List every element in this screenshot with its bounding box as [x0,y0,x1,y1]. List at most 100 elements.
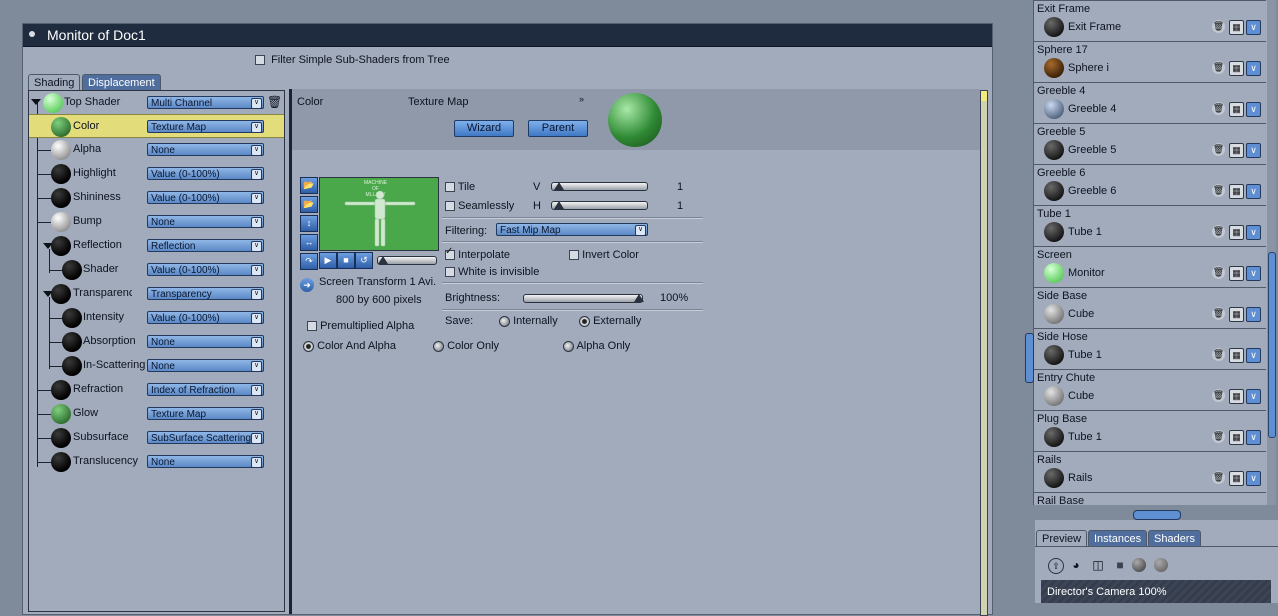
object-entry[interactable]: Side Hose Tube 1 🗑 ▦ ∨ [1034,328,1266,369]
tree-row-subsurface[interactable]: Subsurface S SubSurface Scattering∨ [29,426,284,450]
edit-shader-icon[interactable]: ▦ [1229,61,1244,76]
window-menu-icon[interactable] [29,31,35,37]
trash-icon[interactable]: 🗑 [1212,348,1225,361]
dropdown[interactable]: Texture Map ∨ [147,407,264,420]
tile-checkbox[interactable] [445,182,455,193]
sphere-shaded-icon[interactable] [1154,558,1168,572]
filtering-dropdown[interactable]: Fast Mip Map ∨ [496,223,648,236]
frame-slider[interactable] [377,256,437,265]
tab-preview[interactable]: Preview [1036,530,1088,547]
dropdown[interactable]: None ∨ [147,335,264,348]
tree-row-top-shader[interactable]: Top Shader Multi Channel ∨ 🗑 [29,91,284,115]
trash-icon[interactable]: 🗑 [1212,266,1225,279]
window-title-bar[interactable]: Monitor of Doc1 [23,24,992,47]
edit-shader-icon[interactable]: ▦ [1229,348,1244,363]
tree-row-highlight[interactable]: Highlight Value (0-100%) ∨ [29,162,284,186]
edit-shader-icon[interactable]: ▦ [1229,102,1244,117]
object-list-scrollbar[interactable] [1267,0,1276,505]
trash-icon[interactable]: 🗑 [1212,143,1225,156]
chevron-down-icon[interactable]: ∨ [1246,61,1261,76]
dropdown[interactable]: SubSurface Scattering ∨ [147,431,264,444]
object-entry[interactable]: Greeble 4 Greeble 4 🗑 ▦ ∨ [1034,82,1266,123]
object-entry[interactable]: Rails Rails 🗑 ▦ ∨ [1034,451,1266,492]
flip-horizontal-icon[interactable]: ↔ [300,234,318,251]
stop-icon[interactable]: ■ [337,252,355,269]
chevron-down-icon[interactable]: » [579,94,584,104]
dropdown[interactable]: Multi Channel ∨ [147,96,264,109]
dropdown[interactable]: Value (0-100%) ∨ [147,167,264,180]
tile-option[interactable]: Tile [445,181,475,193]
panel-collapse-handle[interactable] [1025,333,1034,383]
dropdown[interactable]: None ∨ [147,143,264,156]
color-only-option[interactable]: Color Only [433,340,499,352]
premultiplied-option[interactable]: Premultiplied Alpha [307,320,414,332]
premultiplied-checkbox[interactable] [307,321,317,332]
seamlessly-checkbox[interactable] [445,201,455,212]
tree-row-in-scattering[interactable]: In-Scattering None ∨ [29,354,284,378]
v-tile-slider[interactable] [551,182,648,191]
edit-shader-icon[interactable]: ▦ [1229,430,1244,445]
dropdown[interactable]: Value (0-100%) ∨ [147,191,264,204]
alpha-only-option[interactable]: Alpha Only [563,340,630,352]
color-only-radio[interactable] [433,340,444,352]
light-icon[interactable]: ⇧ [1048,558,1064,574]
edit-shader-icon[interactable]: ▦ [1229,184,1244,199]
dropdown[interactable]: None ∨ [147,215,264,228]
panel-resize-handle[interactable] [1133,510,1181,520]
object-entry[interactable]: Sphere 17 Sphere i 🗑 ▦ ∨ [1034,41,1266,82]
chevron-down-icon[interactable]: ∨ [1246,307,1261,322]
filter-checkbox[interactable] [255,55,265,66]
interpolate-checkbox[interactable] [445,246,455,261]
tree-row-reflection-shader[interactable]: Shader Value (0-100%) ∨ [29,258,284,282]
rotate-view-icon[interactable]: ◕ [1069,558,1083,572]
edit-shader-icon[interactable]: ▦ [1229,307,1244,322]
wizard-button[interactable]: Wizard [454,120,514,137]
tree-row-reflection[interactable]: Reflection Reflection ∨ [29,234,284,258]
dropdown[interactable]: Reflection ∨ [147,239,264,252]
tab-shaders[interactable]: Shaders [1148,530,1201,547]
trash-icon[interactable]: 🗑 [1212,184,1225,197]
trash-icon[interactable]: 🗑 [1212,471,1225,484]
editor-scrollbar[interactable] [980,90,988,616]
cube-solid-icon[interactable]: ■ [1113,558,1127,572]
dropdown[interactable]: Value (0-100%) ∨ [147,311,264,324]
dropdown[interactable]: None ∨ [147,359,264,372]
tree-row-shininess[interactable]: Shininess Value (0-100%) ∨ [29,186,284,210]
object-entry[interactable]: Side Base Cube 🗑 ▦ ∨ [1034,287,1266,328]
trash-icon[interactable]: 🗑 [1212,225,1225,238]
tree-row-intensity[interactable]: Intensity Value (0-100%) ∨ [29,306,284,330]
object-entry[interactable]: Exit Frame Exit Frame 🗑 ▦ ∨ [1034,0,1266,41]
open-movie-icon[interactable]: 📂 [300,196,318,213]
chevron-down-icon[interactable]: ∨ [1246,266,1261,281]
save-internally-option[interactable]: Internally [499,315,558,327]
seamlessly-option[interactable]: Seamlessly [445,200,514,212]
tree-row-transparency[interactable]: Transparency Transparency∨ [29,282,284,306]
tab-instances[interactable]: Instances [1088,530,1148,547]
internally-radio[interactable] [499,315,510,327]
filter-option[interactable]: Filter Simple Sub-Shaders from Tree [255,54,450,66]
arrow-right-icon[interactable]: ➜ [300,278,314,292]
tree-row-refraction[interactable]: Refraction Index of Refraction ∨ [29,378,284,402]
object-entry[interactable]: Plug Base Tube 1 🗑 ▦ ∨ [1034,410,1266,451]
edit-shader-icon[interactable]: ▦ [1229,266,1244,281]
edit-shader-icon[interactable]: ▦ [1229,389,1244,404]
object-entry[interactable]: Tube 1 Tube 1 🗑 ▦ ∨ [1034,205,1266,246]
trash-icon[interactable]: 🗑 [1212,307,1225,320]
play-icon[interactable]: ▶ [319,252,337,269]
parent-button[interactable]: Parent [528,120,588,137]
object-entry[interactable]: Greeble 6 Greeble 6 🗑 ▦ ∨ [1034,164,1266,205]
chevron-down-icon[interactable]: ∨ [1246,102,1261,117]
cube-outline-icon[interactable]: ◫ [1091,558,1105,572]
trash-icon[interactable]: 🗑 [1212,102,1225,115]
loop-icon[interactable]: ↺ [355,252,373,269]
tree-row-color[interactable]: Color Texture Map ∨ [29,114,284,138]
chevron-down-icon[interactable]: ∨ [1246,471,1261,486]
edit-shader-icon[interactable]: ▦ [1229,225,1244,240]
dropdown[interactable]: Index of Refraction ∨ [147,383,264,396]
trash-icon[interactable]: 🗑 [1212,389,1225,402]
edit-shader-icon[interactable]: ▦ [1229,471,1244,486]
color-and-alpha-radio[interactable] [303,340,314,352]
object-entry[interactable]: Screen Monitor 🗑 ▦ ∨ [1034,246,1266,287]
tab-shading[interactable]: Shading [28,74,81,91]
tab-displacement[interactable]: Displacement [82,74,161,91]
